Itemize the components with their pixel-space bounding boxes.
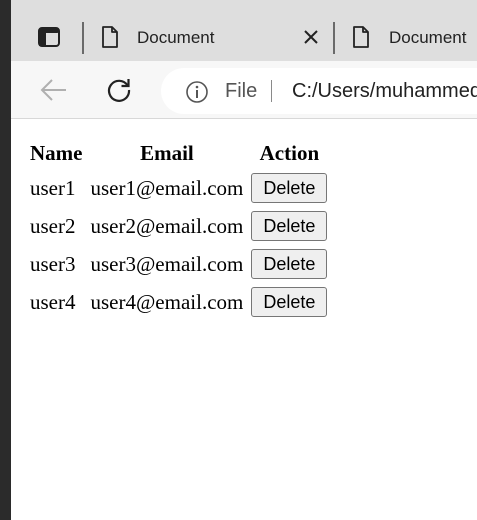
- user-name-cell: user2: [30, 213, 76, 238]
- delete-button[interactable]: Delete: [251, 249, 328, 279]
- tab-actions-icon: [38, 27, 60, 47]
- delete-button[interactable]: Delete: [251, 173, 328, 203]
- column-header-name: Name: [30, 140, 83, 165]
- tab-separator: [82, 22, 84, 54]
- document-icon: [102, 26, 118, 48]
- document-icon: [353, 26, 369, 48]
- table-row: user2 user2@email.com Delete: [27, 208, 330, 244]
- reload-icon: [107, 79, 131, 102]
- user-name-cell: user1: [30, 175, 76, 200]
- back-button[interactable]: [37, 74, 71, 106]
- address-bar[interactable]: File C:/Users/muhammed: [161, 68, 477, 114]
- user-email-cell: user2@email.com: [90, 213, 244, 238]
- table-row: user1 user1@email.com Delete: [27, 170, 330, 206]
- column-header-action: Action: [259, 140, 320, 165]
- window-left-edge: [0, 0, 11, 520]
- table-header-row: Name Email Action: [27, 138, 330, 168]
- tab-title: Document: [137, 28, 215, 47]
- user-email-cell: user4@email.com: [90, 289, 244, 314]
- action-cell: Delete: [248, 208, 330, 244]
- delete-button[interactable]: Delete: [251, 211, 328, 241]
- delete-button[interactable]: Delete: [251, 287, 328, 317]
- close-icon[interactable]: [300, 26, 322, 48]
- tab-actions-button[interactable]: [29, 19, 69, 55]
- user-email-cell: user3@email.com: [90, 251, 244, 276]
- table-row: user4 user4@email.com Delete: [27, 284, 330, 320]
- action-cell: Delete: [248, 246, 330, 282]
- page-content: Name Email Action user1 user1@email.com …: [11, 120, 477, 520]
- column-header-email: Email: [140, 140, 194, 165]
- reload-button[interactable]: [102, 73, 136, 107]
- tab-title: Document: [389, 28, 467, 47]
- user-email-cell: user1@email.com: [90, 175, 244, 200]
- site-info-label[interactable]: File: [225, 80, 257, 103]
- tab-separator: [333, 22, 335, 54]
- navigation-bar: File C:/Users/muhammed: [11, 61, 477, 119]
- action-cell: Delete: [248, 284, 330, 320]
- info-icon[interactable]: [185, 80, 209, 104]
- address-separator: [271, 80, 272, 102]
- action-cell: Delete: [248, 170, 330, 206]
- user-name-cell: user3: [30, 251, 76, 276]
- user-name-cell: user4: [30, 289, 76, 314]
- users-table: Name Email Action user1 user1@email.com …: [25, 136, 332, 322]
- address-url[interactable]: C:/Users/muhammed: [292, 80, 477, 103]
- tab-strip: Document Document: [11, 0, 477, 61]
- back-arrow-icon: [40, 79, 66, 101]
- table-row: user3 user3@email.com Delete: [27, 246, 330, 282]
